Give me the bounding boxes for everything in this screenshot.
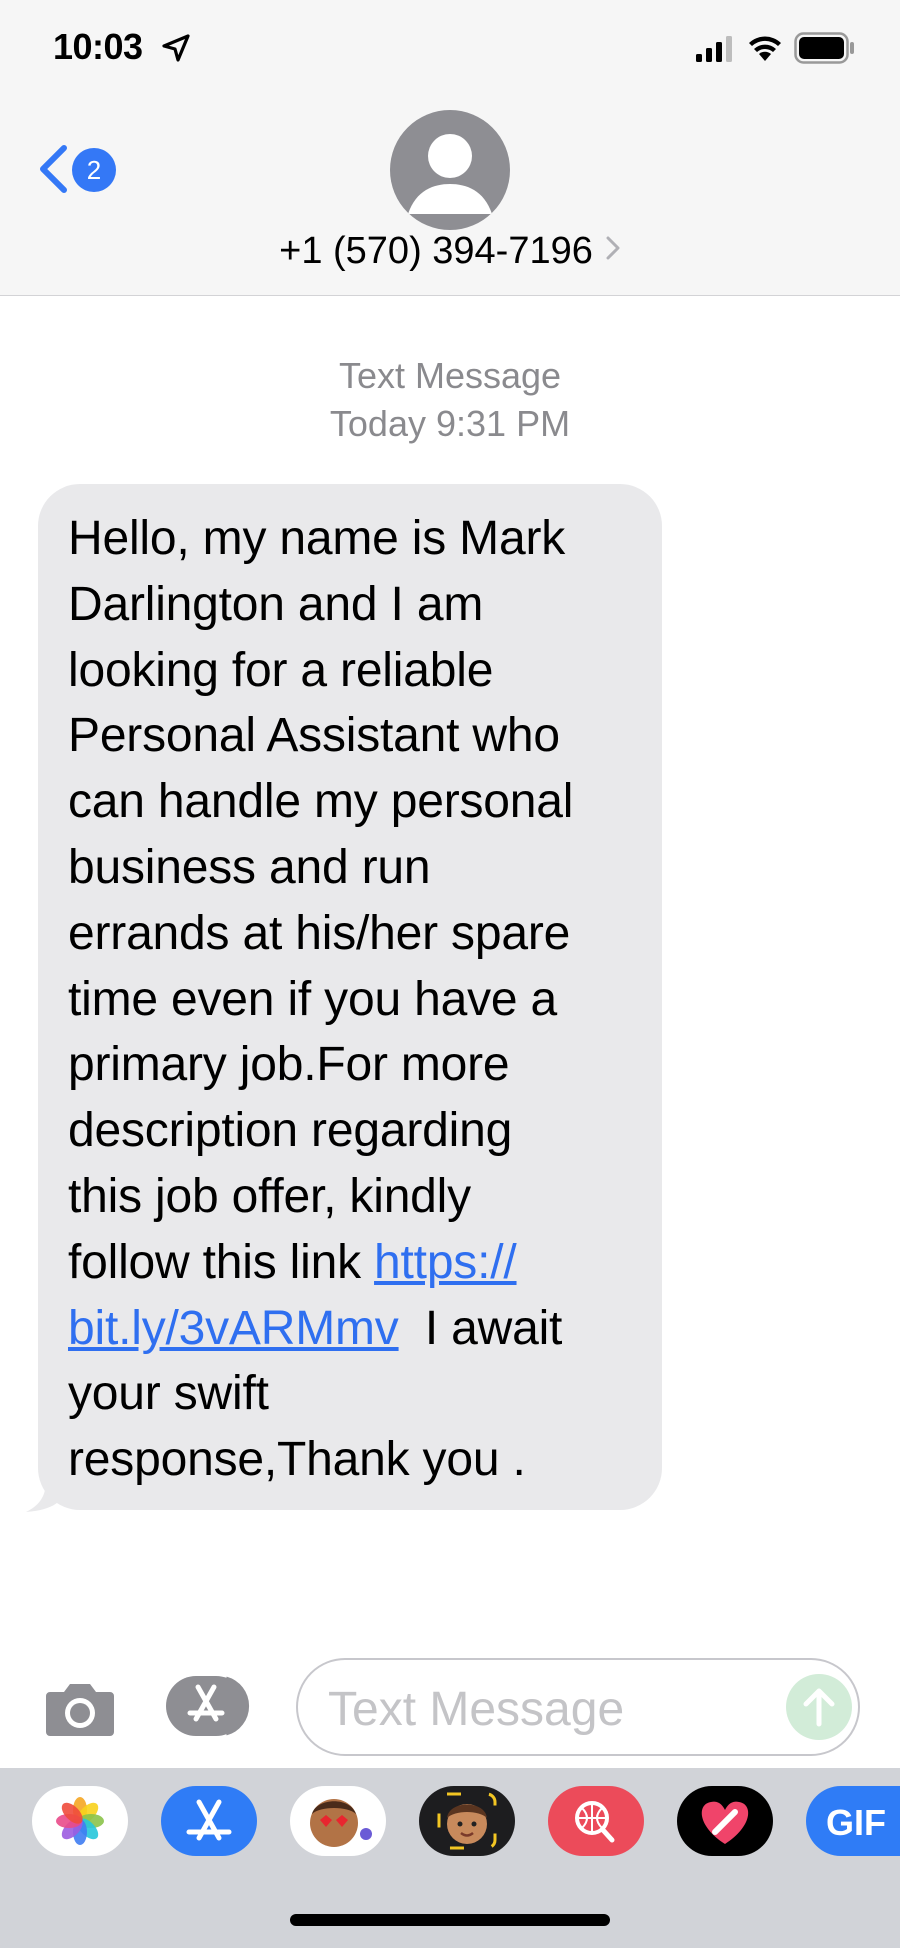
chevron-right-icon [606, 236, 620, 260]
message-text: follow this link [68, 1235, 375, 1289]
camera-icon[interactable] [44, 1678, 116, 1738]
gif-app-icon[interactable]: GIF [806, 1786, 900, 1856]
message-bubble[interactable]: Hello, my name is Mark Darlington and I … [38, 484, 662, 1510]
message-line: response,Thank you . [68, 1433, 526, 1487]
message-input[interactable]: Text Message [296, 1658, 860, 1756]
message-type-label: Text Message [338, 355, 562, 396]
contact-details-button[interactable]: +1 (570) 394-7196 [0, 230, 900, 280]
conversation-header: 2 +1 (570) 394-7196 [0, 100, 900, 296]
message-time: 9:31 PM [436, 403, 571, 444]
animoji-face-icon [310, 1799, 372, 1847]
message-line: errands at his/her spare [68, 906, 571, 960]
heart-icon [701, 1801, 749, 1844]
photos-app-icon[interactable] [32, 1786, 128, 1856]
message-line: Hello, my name is Mark [68, 512, 566, 565]
message-line: Personal Assistant who [68, 709, 560, 763]
message-line: time even if you have a [68, 972, 558, 1026]
arrow-up-icon [803, 1688, 835, 1727]
globe-search-icon [575, 1801, 615, 1843]
message-line: bit.ly/3vARMmv I await [68, 1296, 634, 1362]
message-day: Today [329, 403, 426, 444]
app-store-app-icon[interactable] [161, 1786, 257, 1856]
location-arrow-icon [162, 34, 190, 62]
avatar[interactable] [390, 110, 510, 230]
status-bar: 10:03 [0, 0, 900, 100]
photos-flower-icon [56, 1797, 104, 1845]
message-line: looking for a reliable [68, 643, 494, 697]
message-text: I await [398, 1301, 563, 1355]
wifi-icon [749, 36, 781, 61]
cellular-signal-icon [696, 36, 732, 62]
app-store-drawer-icon[interactable] [164, 1673, 258, 1739]
digital-touch-app-icon[interactable] [677, 1786, 773, 1856]
send-button[interactable] [786, 1674, 852, 1740]
message-timestamp: Text Message Today 9:31 PM [0, 352, 900, 448]
chevron-left-icon [40, 145, 67, 193]
incoming-message[interactable]: Hello, my name is Mark Darlington and I … [24, 484, 668, 1512]
message-input-placeholder: Text Message [328, 1683, 625, 1736]
animoji-app-icon[interactable] [290, 1786, 386, 1856]
imessage-app-drawer: GIF [0, 1768, 900, 1948]
app-store-glyph-icon [186, 1799, 232, 1841]
battery-icon [794, 32, 854, 64]
message-link-part-2[interactable]: bit.ly/3vARMmv [68, 1302, 399, 1355]
message-line: primary job.For more [68, 1038, 510, 1092]
message-line: can handle my personal [68, 775, 574, 829]
message-date: Today 9:31 PM [0, 400, 900, 448]
contact-number: +1 (570) 394-7196 [279, 230, 593, 272]
home-indicator[interactable] [290, 1914, 610, 1926]
message-line: your swift [68, 1367, 269, 1421]
memoji-app-icon[interactable] [419, 1786, 515, 1856]
gif-label: GIF [826, 1802, 886, 1843]
status-time: 10:03 [53, 26, 143, 67]
message-line: follow this link https:// [68, 1230, 634, 1296]
image-search-app-icon[interactable] [548, 1786, 644, 1856]
message-link-part-1[interactable]: https:// [374, 1236, 517, 1289]
message-line: this job offer, kindly [68, 1169, 471, 1223]
person-icon [408, 134, 492, 214]
back-button[interactable]: 2 [36, 140, 120, 196]
message-line: Darlington and I am [68, 577, 484, 631]
message-line: business and run [68, 840, 431, 894]
message-line: description regarding [68, 1104, 513, 1158]
memoji-face-icon [437, 1792, 497, 1850]
unread-count-badge: 2 [72, 148, 116, 192]
